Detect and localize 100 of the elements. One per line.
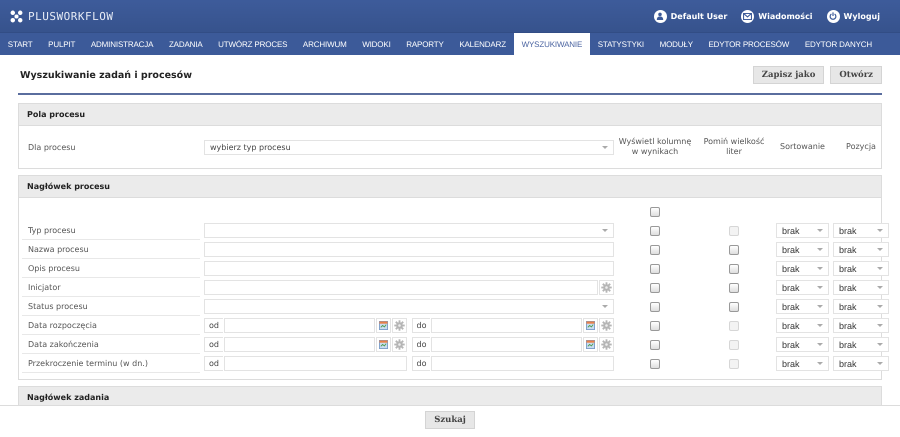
position-select[interactable]: brak (833, 337, 889, 352)
input-field[interactable] (224, 318, 374, 333)
checkbox[interactable] (650, 320, 660, 330)
input-field[interactable] (204, 280, 598, 295)
field-label: Status procesu (22, 298, 200, 316)
sort-select[interactable]: brak (776, 318, 829, 333)
field-label: Data zakończenia (22, 336, 200, 354)
search-button[interactable]: Szukaj (425, 411, 475, 429)
checkbox[interactable] (729, 282, 739, 292)
caret-icon (877, 248, 883, 251)
field-label: Typ procesu (22, 222, 200, 240)
user-menu-link[interactable]: Wyloguj (826, 10, 880, 22)
range-label: od (204, 356, 223, 371)
input-field[interactable] (431, 318, 582, 333)
caret-icon (602, 305, 608, 308)
menu-tab[interactable]: PULPIT (40, 33, 84, 55)
position-select[interactable]: brak (833, 280, 889, 295)
panel-title: Nagłówek zadania (27, 393, 110, 402)
range-label: do (412, 318, 430, 333)
menu-tab[interactable]: UTWÓRZ PROCES (210, 33, 296, 55)
calendar-icon[interactable] (586, 340, 595, 349)
sort-select[interactable]: brak (776, 299, 829, 314)
calendar-icon[interactable] (378, 321, 388, 330)
input-field[interactable] (224, 356, 406, 371)
menu-tab[interactable]: START (0, 33, 40, 55)
sort-select[interactable]: brak (776, 280, 829, 295)
input-field[interactable] (204, 242, 614, 257)
caret-icon (602, 229, 608, 232)
position-select[interactable]: brak (833, 242, 889, 257)
caret-icon (877, 362, 883, 365)
position-select[interactable]: brak (833, 299, 889, 314)
input-field[interactable] (431, 337, 582, 352)
menu-tab[interactable]: ARCHIWUM (295, 33, 354, 55)
checkbox[interactable] (729, 302, 739, 312)
checkbox[interactable] (650, 206, 660, 216)
position-select[interactable]: brak (833, 356, 889, 371)
checkbox[interactable] (650, 244, 660, 254)
user-menu-link[interactable]: Wiadomości (741, 10, 813, 22)
caret-icon (877, 286, 883, 289)
sort-select[interactable]: brak (776, 356, 829, 371)
gear-icon[interactable] (601, 320, 612, 331)
checkbox[interactable] (650, 340, 660, 350)
caret-icon (817, 362, 823, 365)
process-type-select[interactable]: wybierz typ procesu (204, 140, 614, 154)
calendar-icon[interactable] (378, 340, 388, 349)
caret-icon (817, 305, 823, 308)
position-select[interactable]: brak (833, 223, 889, 238)
column-header: Wyświetl kolumnę w wynikach (618, 137, 692, 157)
caret-icon (817, 248, 823, 251)
sort-select[interactable]: brak (776, 337, 829, 352)
sort-select[interactable]: brak (776, 242, 829, 257)
menu-tab[interactable]: MODUŁY (652, 33, 701, 55)
menu-tab[interactable]: EDYTOR DANYCH (797, 33, 880, 55)
field-label: Data rozpoczęcia (22, 316, 200, 334)
checkbox[interactable] (650, 226, 660, 236)
caret-icon (877, 229, 883, 232)
menu-tab[interactable]: STATYSTYKI (590, 33, 652, 55)
toolbar-button[interactable]: Otwórz (830, 66, 882, 84)
checkbox[interactable] (650, 302, 660, 312)
menu-tab[interactable]: WYSZUKIWANIE (514, 33, 590, 55)
menu-tab[interactable]: ZADANIA (161, 33, 210, 55)
checkbox[interactable] (729, 244, 739, 254)
sort-select[interactable]: brak (776, 223, 829, 238)
field-label: Dla procesu (27, 142, 76, 154)
menu-tab[interactable]: EDYTOR PROCESÓW (700, 33, 798, 55)
caret-icon (817, 267, 823, 270)
gear-icon[interactable] (601, 339, 612, 350)
user-menu-link[interactable]: Default User (654, 10, 728, 22)
position-select[interactable]: brak (833, 318, 889, 333)
range-label: od (204, 318, 223, 333)
field-label: Nazwa procesu (22, 240, 200, 258)
range-label: do (412, 337, 430, 352)
gear-icon[interactable] (394, 339, 404, 350)
calendar-icon[interactable] (586, 321, 595, 330)
power-icon (829, 12, 838, 20)
toolbar-button[interactable]: Zapisz jako (752, 66, 824, 84)
gear-icon[interactable] (601, 282, 612, 293)
checkbox[interactable] (650, 282, 660, 292)
menu-tab[interactable]: RAPORTY (398, 33, 452, 55)
brand-logo[interactable]: PLUSWORKFLOW (28, 10, 114, 22)
menu-tab[interactable]: ADMINISTRACJA (83, 33, 162, 55)
panel-title: Nagłówek procesu (27, 182, 110, 191)
menu-tab[interactable]: KALENDARZ (452, 33, 514, 55)
column-header: Sortowanie (779, 142, 826, 152)
page-title: Wyszukiwanie zadań i procesów (20, 70, 192, 80)
caret-icon (877, 324, 883, 327)
menu-tab[interactable]: WIDOKI (354, 33, 398, 55)
sort-select[interactable]: brak (776, 261, 829, 276)
input-field[interactable] (224, 337, 374, 352)
position-select[interactable]: brak (833, 261, 889, 276)
checkbox[interactable] (729, 264, 739, 274)
field-label: Opis procesu (22, 260, 200, 278)
checkbox[interactable] (650, 358, 660, 368)
input-field[interactable] (204, 261, 614, 276)
input-field[interactable] (431, 356, 614, 371)
select-field[interactable] (204, 299, 614, 314)
checkbox[interactable] (650, 264, 660, 274)
column-header: Pomiń wielkość liter (702, 137, 766, 157)
gear-icon[interactable] (394, 320, 404, 331)
select-field[interactable] (204, 223, 614, 238)
